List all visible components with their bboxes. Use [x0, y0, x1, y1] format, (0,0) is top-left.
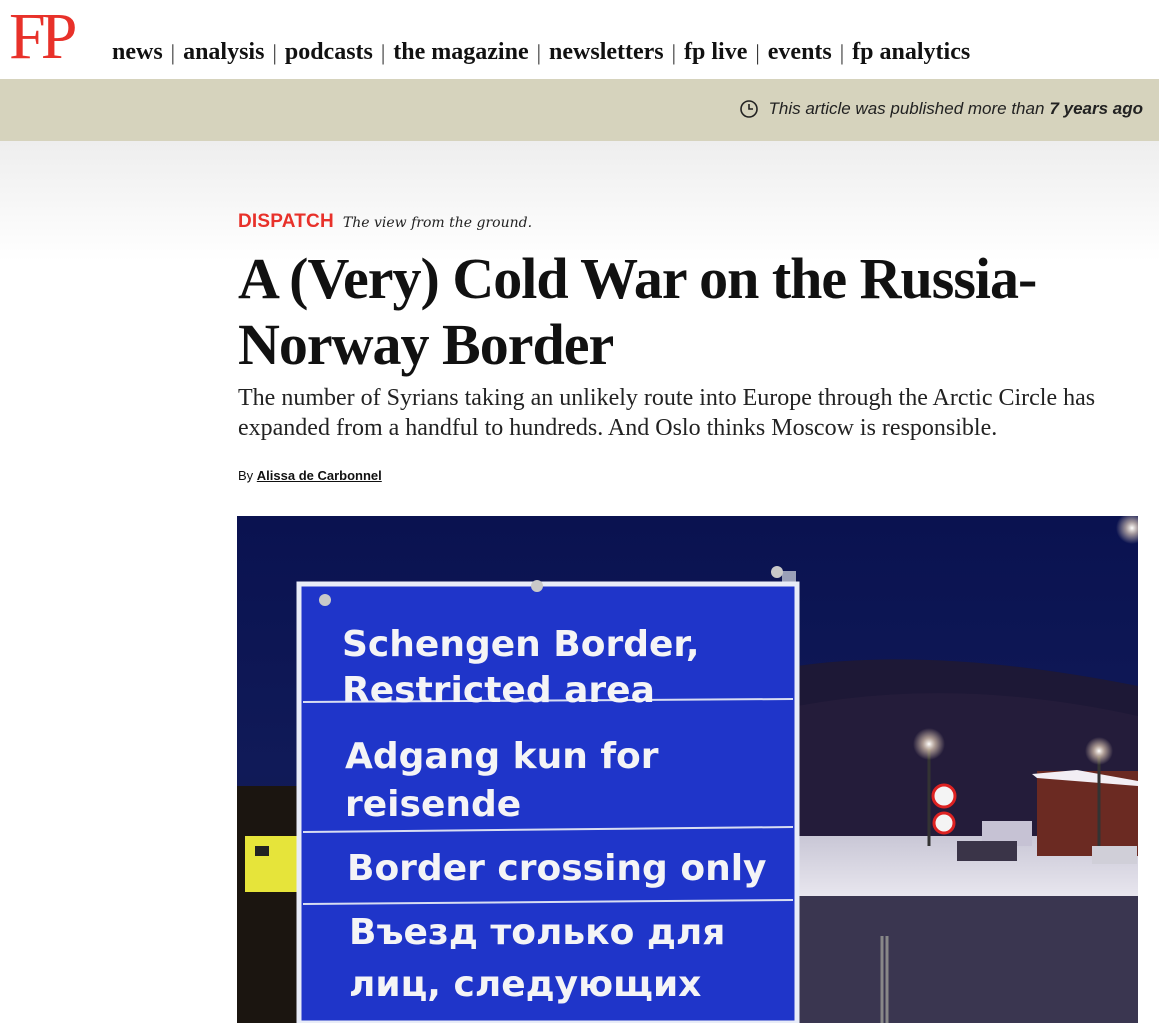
published-text: This article was published more than — [768, 99, 1045, 118]
nav-podcasts[interactable]: podcasts — [285, 39, 373, 66]
nav-the-magazine[interactable]: the magazine — [393, 39, 528, 66]
nav-fp-live[interactable]: fp live — [684, 39, 747, 66]
author-link[interactable]: Alissa de Carbonnel — [257, 468, 382, 483]
sign-line-3: Adgang kun for — [345, 736, 659, 777]
kicker-subtitle: The view from the ground. — [342, 215, 533, 231]
nav-fp-analytics[interactable]: fp analytics — [852, 39, 970, 66]
article-title: A (Very) Cold War on the Russia-Norway B… — [238, 246, 1037, 377]
sign-line-5: Border crossing only — [347, 848, 767, 889]
clock-icon — [739, 100, 758, 118]
sign-line-2: Restricted area — [342, 670, 655, 711]
article-dek: The number of Syrians taking an unlikely… — [238, 385, 1096, 441]
fp-logo[interactable]: FP — [9, 4, 77, 70]
sign-line-4: reisende — [345, 784, 521, 825]
main-nav: news | analysis | podcasts | the magazine | … — [112, 39, 971, 66]
nav-newsletters[interactable]: newsletters — [549, 39, 664, 66]
nav-news[interactable]: news — [112, 39, 163, 66]
published-banner: This article was published more than 7 y… — [0, 79, 1159, 141]
article-kicker: DISPATCH The view from the ground. — [238, 211, 532, 233]
sign-line-6: Въезд только для — [349, 912, 725, 953]
border-sign-photo: Schengen Border, Restricted area Adgang … — [237, 516, 1138, 1023]
nav-events[interactable]: events — [768, 39, 832, 66]
kicker-label[interactable]: DISPATCH — [238, 211, 334, 233]
article-hero-image: Schengen Border, Restricted area Adgang … — [237, 516, 1138, 1023]
published-age: 7 years ago — [1049, 99, 1143, 118]
site-header: FP news | analysis | podcasts | the magazin… — [0, 0, 1159, 79]
hero-background — [0, 141, 1159, 261]
nav-analysis[interactable]: analysis — [183, 39, 264, 66]
byline: By Alissa de Carbonnel — [238, 468, 382, 483]
sign-line-1: Schengen Border, — [342, 624, 700, 665]
sign-line-7: лиц, следующих — [349, 964, 701, 1005]
byline-prefix: By — [238, 468, 254, 483]
